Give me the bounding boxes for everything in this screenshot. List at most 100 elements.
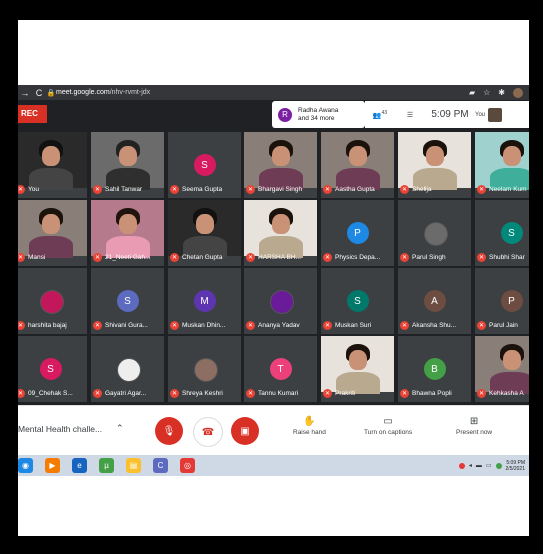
participant-label: ✕ Mansi <box>18 253 45 262</box>
participant-label: ✕ Tannu Kumari <box>246 389 298 398</box>
participant-tile[interactable]: ✕ Shellja <box>398 132 471 198</box>
participant-tile[interactable]: P ✕ Physics Depa... <box>321 200 394 266</box>
participant-avatar: S <box>500 222 523 244</box>
participant-tile[interactable]: S ✕ Muskan Suri <box>321 268 394 334</box>
participant-name: Shellja <box>412 186 432 193</box>
mic-off-icon: 🎙 <box>162 425 176 437</box>
participant-video <box>321 336 394 394</box>
battery-icon[interactable]: ▭ <box>486 462 492 469</box>
participant-name: Shivani Gura... <box>105 322 148 329</box>
participant-tile[interactable]: ✕ Sahil Tanwar <box>91 132 164 198</box>
participant-avatar: A <box>423 290 446 312</box>
participant-tile[interactable]: S ✕ 09_Chehak S... <box>18 336 87 402</box>
participant-tile[interactable]: ✕ Bhargavi Singh <box>244 132 317 198</box>
present-button[interactable]: ⊞ Present now <box>456 416 492 436</box>
captions-icon: ▭ <box>383 416 393 427</box>
participant-label: ✕ Muskan Suri <box>323 321 371 330</box>
camera-icon[interactable]: ▰ <box>469 88 475 97</box>
participants-summary[interactable]: R Radha Awana and 34 more <box>272 101 365 128</box>
participant-tile[interactable]: ✕ Kehkasha A <box>475 336 529 402</box>
participant-avatar-image <box>39 290 64 314</box>
participant-tile[interactable]: T ✕ Tannu Kumari <box>244 336 317 402</box>
people-icon[interactable]: 👥43 <box>365 110 395 119</box>
raise-hand-button[interactable]: ✋ Raise hand <box>293 416 326 436</box>
chevron-up-icon[interactable]: ⌃ <box>116 423 124 434</box>
meeting-title[interactable]: Mental Health challe... <box>18 424 102 434</box>
mic-muted-icon: ✕ <box>477 253 486 262</box>
file-explorer-icon[interactable]: ▤ <box>126 458 141 473</box>
taskbar-clock[interactable]: 5:09 PM 2/5/2021 <box>506 460 525 472</box>
chat-icon[interactable]: ☰ <box>395 111 425 119</box>
captions-button[interactable]: ▭ Turn on captions <box>364 416 412 436</box>
participant-tile[interactable]: ✕ harshita bajaj <box>18 268 87 334</box>
participant-tile[interactable]: ✕ Prakriti <box>321 336 394 402</box>
network-icon[interactable]: ▬ <box>476 463 482 469</box>
participant-tile[interactable]: ✕ Neelam Kum <box>475 132 529 198</box>
camera-off-button[interactable]: ▣ <box>231 417 259 445</box>
participant-name: harshita bajaj <box>28 322 67 329</box>
mic-muted-icon: ✕ <box>477 321 486 330</box>
participant-label: ✕ Chetan Gupta <box>170 253 222 262</box>
browser-icon[interactable]: C <box>153 458 168 473</box>
screenshot-frame: → C 🔒 meet.google.com/nhv-rvmt-jdx ▰ ☆ ✱… <box>18 20 529 536</box>
mic-muted-icon: ✕ <box>170 185 179 194</box>
media-player-icon[interactable]: ▶ <box>45 458 60 473</box>
participant-avatar: P <box>500 290 523 312</box>
mic-muted-icon: ✕ <box>400 185 409 194</box>
participant-tile[interactable]: B ✕ Bhawna Popli <box>398 336 471 402</box>
participant-tile[interactable]: A ✕ Akansha Shu... <box>398 268 471 334</box>
address-bar[interactable]: meet.google.com/nhv-rvmt-jdx <box>56 89 150 96</box>
lock-icon: 🔒 <box>46 89 56 97</box>
participant-count: 43 <box>381 109 388 116</box>
participant-tile[interactable]: S ✕ Shivani Gura... <box>91 268 164 334</box>
self-view-thumbnail[interactable] <box>488 107 503 122</box>
chrome-icon[interactable]: ◎ <box>180 458 195 473</box>
participant-tile[interactable]: ✕ Aastha Gupta <box>321 132 394 198</box>
participant-tile[interactable]: ✕ HARSHA BH... <box>244 200 317 266</box>
participant-avatar-image <box>269 290 294 314</box>
participant-video <box>475 336 529 394</box>
participant-label: ✕ Bhargavi Singh <box>246 185 302 194</box>
participant-tile[interactable]: S ✕ Seema Gupta <box>168 132 241 198</box>
participant-name: Parul Singh <box>412 254 446 261</box>
participant-tile[interactable]: ✕ You <box>18 132 87 198</box>
antivirus-icon[interactable] <box>458 462 465 469</box>
forward-icon[interactable]: → <box>18 88 32 98</box>
participant-name: 21_Neeti Gah... <box>105 254 151 261</box>
profile-avatar[interactable] <box>513 87 523 98</box>
participant-label: ✕ Physics Depa... <box>323 253 380 262</box>
extensions-icon[interactable]: ✱ <box>498 88 505 97</box>
windows-start-icon[interactable]: ◉ <box>18 458 33 473</box>
notification-icon[interactable] <box>495 462 502 469</box>
participant-name: Tannu Kumari <box>258 390 299 397</box>
participant-tile[interactable]: ✕ 21_Neeti Gah... <box>91 200 164 266</box>
url-host: meet.google.com <box>56 89 110 96</box>
participant-label: ✕ Kehkasha A <box>477 389 524 398</box>
reload-icon[interactable]: C <box>32 88 46 98</box>
participant-avatar: T <box>269 358 292 380</box>
participant-tile[interactable]: ✕ Mansi <box>18 200 87 266</box>
volume-icon[interactable]: ◂ <box>469 462 472 469</box>
participant-tile[interactable]: ✕ Parul Singh <box>398 200 471 266</box>
participant-tile[interactable]: ✕ Chetan Gupta <box>168 200 241 266</box>
participant-tile[interactable]: ✕ Ananya Yadav <box>244 268 317 334</box>
meet-window: → C 🔒 meet.google.com/nhv-rvmt-jdx ▰ ☆ ✱… <box>18 85 529 476</box>
participant-tile[interactable]: S ✕ Shubhi Shar <box>475 200 529 266</box>
leave-call-button[interactable]: ☎ <box>193 417 223 447</box>
you-label: You <box>475 111 486 118</box>
browser-toolbar: → C 🔒 meet.google.com/nhv-rvmt-jdx ▰ ☆ ✱ <box>18 85 529 100</box>
mic-muted-icon: ✕ <box>18 253 25 262</box>
participant-tile[interactable]: ✕ Gayatri Agar... <box>91 336 164 402</box>
participant-video <box>398 132 471 190</box>
participant-video <box>475 132 529 190</box>
mic-muted-icon: ✕ <box>400 321 409 330</box>
participant-tile[interactable]: ✕ Shreya Keshri <box>168 336 241 402</box>
mic-muted-icon: ✕ <box>400 253 409 262</box>
participant-name: HARSHA BH... <box>258 254 301 261</box>
star-icon[interactable]: ☆ <box>483 88 490 97</box>
internet-explorer-icon[interactable]: e <box>72 458 87 473</box>
mic-off-button[interactable]: 🎙 <box>155 417 183 445</box>
participant-tile[interactable]: M ✕ Muskan Dhin... <box>168 268 241 334</box>
utorrent-icon[interactable]: µ <box>99 458 114 473</box>
participant-tile[interactable]: P ✕ Parul Jain <box>475 268 529 334</box>
